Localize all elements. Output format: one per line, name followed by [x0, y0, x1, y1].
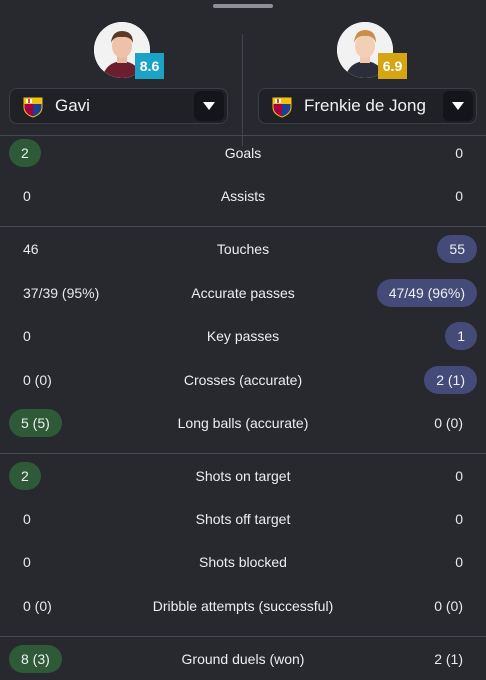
- player-right-card: 6.9 Frenkie de Jong: [258, 22, 477, 130]
- left-value: 0: [23, 554, 31, 570]
- right-value: 2 (1): [434, 651, 463, 667]
- section-divider: [0, 226, 486, 227]
- left-value-highlight: 2: [9, 462, 41, 490]
- header-divider: [242, 34, 243, 146]
- stat-row-accurate-passes: 37/39 (95%) Accurate passes 47/49 (96%): [0, 275, 486, 311]
- stat-row-shots-off-target: 0 Shots off target 0: [0, 501, 486, 537]
- stat-label: Key passes: [206, 328, 280, 344]
- stat-label: Touches: [216, 241, 270, 257]
- left-value: 0: [23, 188, 31, 204]
- right-value: 0: [455, 511, 463, 527]
- right-value: 0: [455, 145, 463, 161]
- right-value: 0 (0): [434, 415, 463, 431]
- right-value: 0: [455, 554, 463, 570]
- fc-barcelona-crest-icon: [272, 97, 292, 118]
- left-value: 0 (0): [23, 372, 52, 388]
- stat-row-touches: 46 Touches 55: [0, 231, 486, 267]
- stat-row-assists: 0 Assists 0: [0, 178, 486, 214]
- player-selector-left[interactable]: Gavi: [9, 88, 228, 124]
- stat-label: Long balls (accurate): [177, 415, 309, 431]
- left-value: 0: [23, 328, 31, 344]
- left-value-highlight: 5 (5): [9, 409, 62, 437]
- left-value: 46: [23, 241, 39, 257]
- stat-row-ground-duels: 8 (3) Ground duels (won) 2 (1): [0, 641, 486, 677]
- stat-label: Goals: [224, 145, 262, 161]
- stat-label: Shots blocked: [199, 554, 287, 570]
- player-name-right: Frenkie de Jong: [304, 96, 426, 115]
- stat-label: Crosses (accurate): [183, 372, 303, 388]
- sheet-grabber-handle[interactable]: [213, 4, 273, 8]
- chevron-down-icon[interactable]: [443, 91, 473, 121]
- stat-row-shots-on-target: 2 Shots on target 0: [0, 458, 486, 494]
- left-value-highlight: 2: [9, 139, 41, 167]
- left-value: 0 (0): [23, 598, 52, 614]
- stat-label: Shots on target: [195, 468, 291, 484]
- stat-row-goals: 2 Goals 0: [0, 135, 486, 171]
- right-value: 0: [455, 188, 463, 204]
- section-divider: [0, 636, 486, 637]
- stat-row-dribble-attempts: 0 (0) Dribble attempts (successful) 0 (0): [0, 588, 486, 624]
- stat-label: Ground duels (won): [181, 651, 305, 667]
- left-value: 0: [23, 511, 31, 527]
- stat-row-crosses: 0 (0) Crosses (accurate) 2 (1): [0, 362, 486, 398]
- chevron-down-icon[interactable]: [194, 91, 224, 121]
- right-value-highlight: 47/49 (96%): [376, 279, 477, 307]
- stat-row-key-passes: 0 Key passes 1: [0, 318, 486, 354]
- player-name-left: Gavi: [55, 96, 90, 115]
- left-value: 37/39 (95%): [23, 285, 100, 301]
- left-value-highlight: 8 (3): [9, 645, 62, 673]
- section-divider: [0, 453, 486, 454]
- player-rating-badge-right: 6.9: [378, 53, 407, 79]
- player-left-card: 8.6 Gavi: [9, 22, 228, 130]
- stat-row-shots-blocked: 0 Shots blocked 0: [0, 544, 486, 580]
- stat-label: Shots off target: [195, 511, 291, 527]
- fc-barcelona-crest-icon: [23, 97, 43, 118]
- stat-row-long-balls: 5 (5) Long balls (accurate) 0 (0): [0, 405, 486, 441]
- right-value-highlight: 55: [437, 235, 477, 263]
- right-value-highlight: 1: [445, 322, 477, 350]
- stat-label: Dribble attempts (successful): [152, 598, 334, 614]
- player-comparison-header: 8.6 Gavi 6.9 Frenkie de Jong: [0, 12, 486, 146]
- stat-label: Accurate passes: [191, 285, 295, 301]
- right-value-highlight: 2 (1): [424, 366, 477, 394]
- right-value: 0 (0): [434, 598, 463, 614]
- player-rating-badge-left: 8.6: [135, 53, 164, 79]
- right-value: 0: [455, 468, 463, 484]
- stat-label: Assists: [220, 188, 266, 204]
- player-selector-right[interactable]: Frenkie de Jong: [258, 88, 477, 124]
